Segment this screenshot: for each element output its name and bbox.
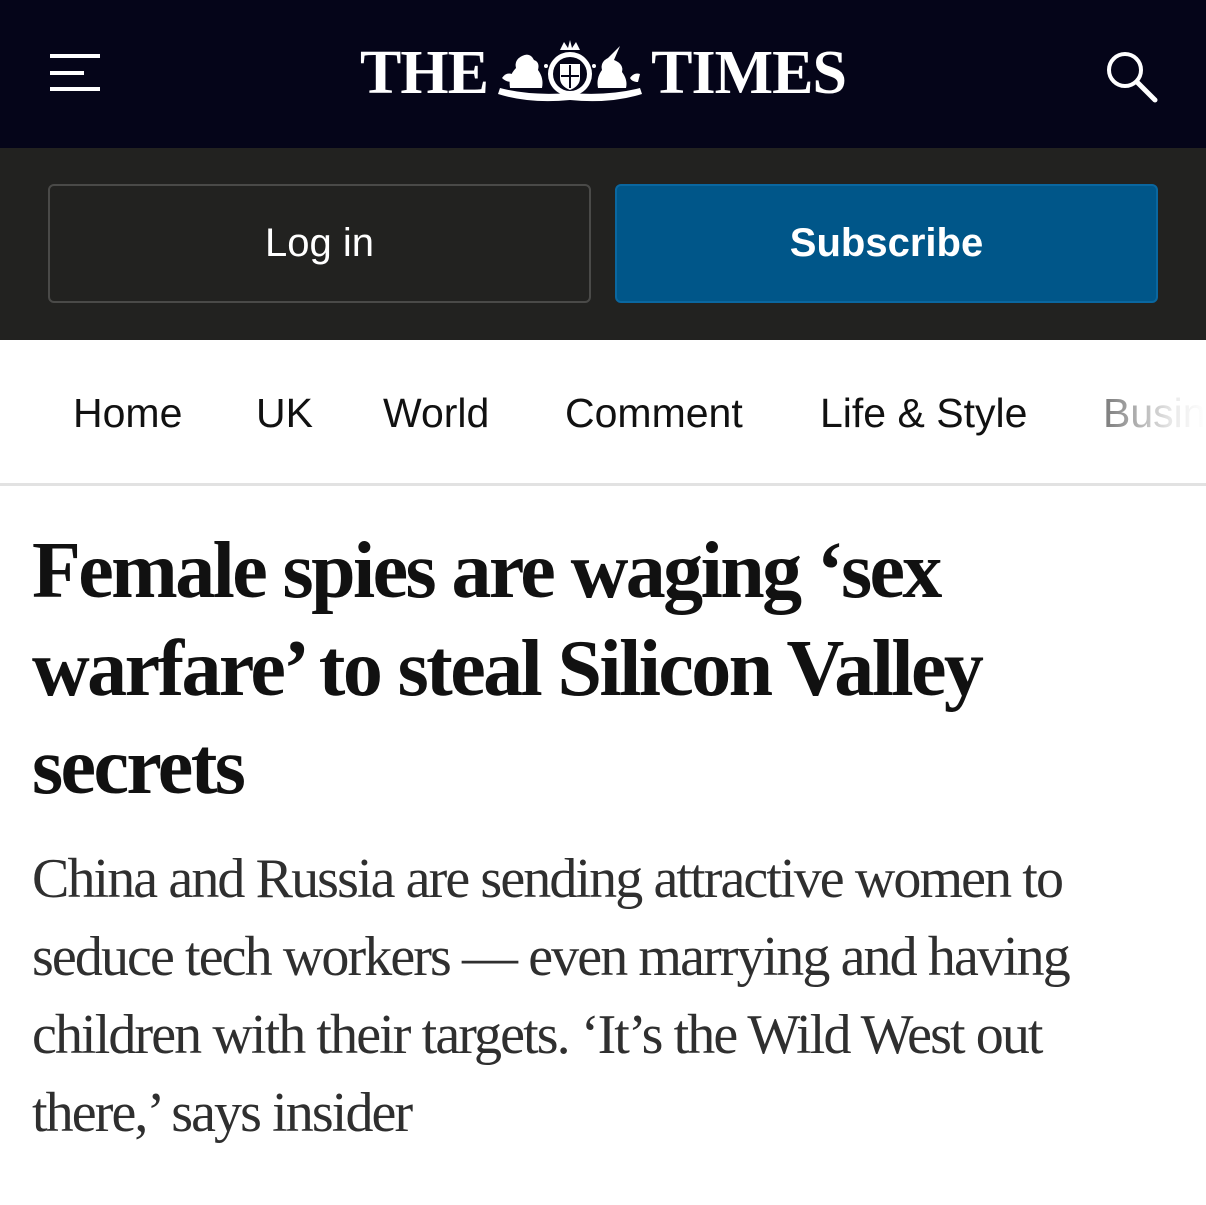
nav-item-home[interactable]: Home: [73, 388, 182, 438]
section-nav: Home UK World Comment Life & Style Busin: [0, 340, 1206, 486]
nav-item-uk[interactable]: UK: [256, 388, 313, 438]
nav-item-comment[interactable]: Comment: [565, 388, 743, 438]
article-headline: Female spies are waging ‘sex warfare’ to…: [32, 527, 984, 811]
subscribe-button[interactable]: Subscribe: [615, 184, 1158, 303]
logo-word-left: THE: [360, 39, 489, 107]
royal-crest-icon: [497, 40, 642, 102]
times-logo[interactable]: THE TIMES: [360, 38, 847, 108]
search-icon[interactable]: [1103, 48, 1159, 104]
article-standfirst: China and Russia are sending attractive …: [32, 848, 1071, 1144]
nav-item-world[interactable]: World: [383, 388, 489, 438]
logo-word-right: TIMES: [651, 39, 847, 107]
nav-item-business[interactable]: Busin: [1103, 388, 1206, 438]
nav-item-life-style[interactable]: Life & Style: [820, 388, 1027, 438]
hamburger-menu-icon[interactable]: [50, 54, 100, 92]
masthead: THE TIMES: [0, 0, 1206, 148]
account-bar: Log in Subscribe: [0, 148, 1206, 340]
login-button[interactable]: Log in: [48, 184, 591, 303]
